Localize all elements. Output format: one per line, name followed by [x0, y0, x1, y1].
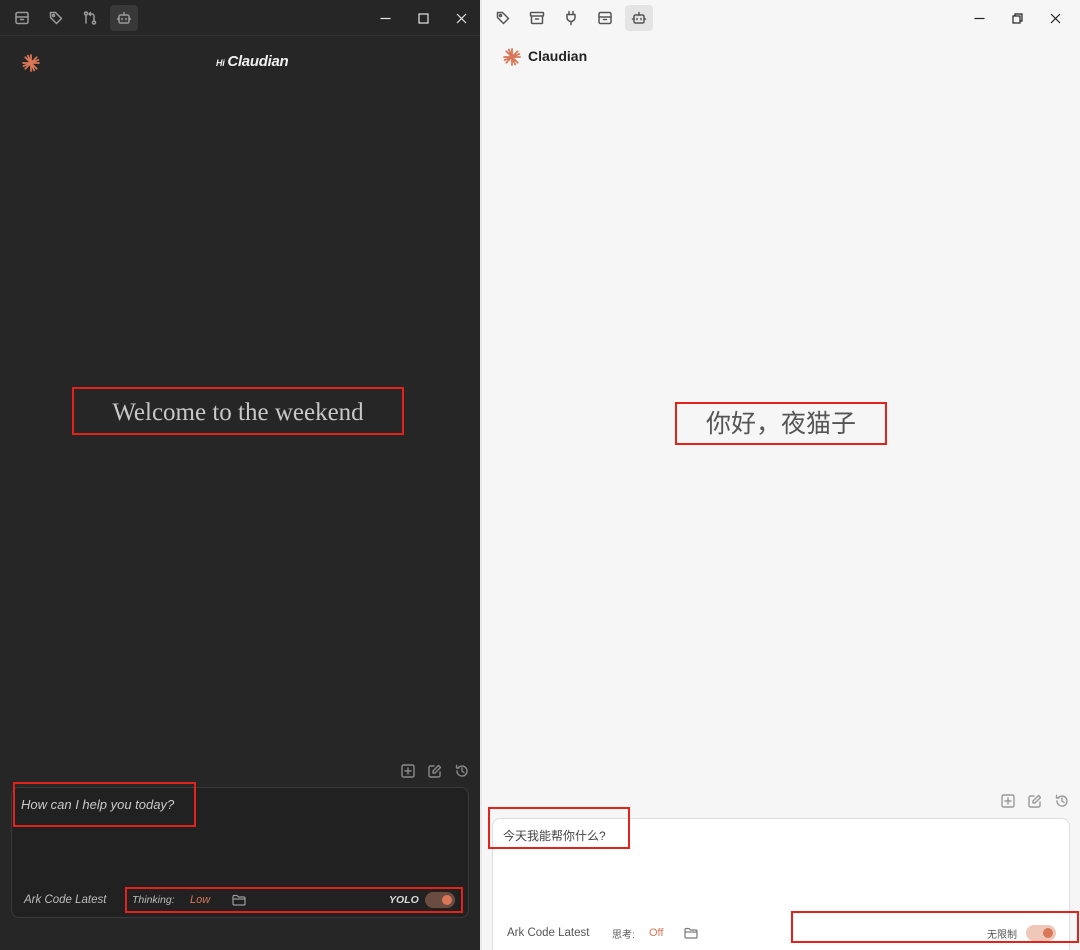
edit-button[interactable] — [425, 761, 444, 780]
history-button[interactable] — [1052, 791, 1071, 810]
dark-chat-header: Hi Claudian — [0, 40, 480, 86]
new-chat-button[interactable] — [398, 761, 417, 780]
light-chat-header: Claudian — [482, 40, 1080, 86]
light-window-controls — [960, 0, 1074, 36]
history-button[interactable] — [452, 761, 471, 780]
input-footer: Ark Code Latest 思考: Off 无限制 — [493, 922, 1069, 944]
maximize-icon — [417, 12, 429, 24]
edit-button[interactable] — [1025, 791, 1044, 810]
close-icon — [1050, 13, 1060, 23]
dark-view-tabs — [8, 5, 138, 31]
dark-titlebar — [0, 0, 480, 36]
history-icon — [455, 764, 468, 777]
thinking-level-selector[interactable]: Off — [649, 927, 663, 939]
brand-name: Claudian — [227, 53, 289, 70]
plus-square-icon — [1000, 793, 1015, 808]
folder-icon[interactable] — [684, 926, 698, 940]
history-icon — [1055, 794, 1068, 807]
close-icon — [456, 13, 466, 23]
light-theme-window: Claudian 你好，夜猫子 今天我能帮你什么? Ark Code Lates… — [482, 0, 1080, 950]
thinking-level-selector[interactable]: Low — [190, 894, 210, 906]
minimize-icon — [974, 17, 984, 19]
dark-theme-window: Hi Claudian Welcome to the weekend How ca… — [0, 0, 480, 950]
yolo-mode-toggle[interactable] — [425, 892, 455, 908]
toggle-knob — [1043, 928, 1053, 938]
light-chat-actions — [998, 791, 1071, 810]
tag-icon[interactable] — [489, 5, 517, 31]
model-selector[interactable]: Ark Code Latest — [507, 927, 589, 939]
input-footer: Ark Code Latest Thinking: Low YOLO — [12, 889, 468, 911]
close-button[interactable] — [1036, 0, 1074, 36]
unrestricted-mode-toggle[interactable] — [1026, 925, 1056, 941]
light-titlebar — [482, 0, 1080, 36]
yolo-mode-label: YOLO — [389, 894, 419, 906]
welcome-message: Welcome to the weekend — [112, 399, 364, 426]
thinking-label: Thinking: — [132, 894, 175, 906]
brand-title: Hi Claudian — [216, 53, 289, 70]
minimize-icon — [380, 17, 390, 19]
archive-icon[interactable] — [8, 5, 36, 31]
restore-button[interactable] — [998, 0, 1036, 36]
git-compare-icon[interactable] — [76, 5, 104, 31]
bot-icon[interactable] — [625, 5, 653, 31]
model-selector[interactable]: Ark Code Latest — [24, 894, 106, 906]
restore-icon — [1011, 12, 1023, 24]
dark-chat-actions — [398, 761, 471, 780]
maximize-button[interactable] — [404, 0, 442, 36]
folder-icon[interactable] — [232, 893, 246, 907]
brand-title: Claudian — [528, 48, 588, 64]
claude-logo-icon — [21, 53, 41, 73]
light-view-tabs — [489, 5, 653, 31]
plus-square-icon — [400, 763, 415, 778]
tag-icon[interactable] — [42, 5, 70, 31]
welcome-message: 你好，夜猫子 — [705, 409, 856, 438]
close-button[interactable] — [442, 0, 480, 36]
unrestricted-mode-label: 无限制 — [987, 929, 1017, 941]
brand-prefix: Hi — [216, 58, 225, 68]
edit-icon — [1027, 794, 1041, 808]
claude-logo-icon — [502, 47, 522, 67]
chat-input-placeholder[interactable]: 今天我能帮你什么? — [503, 827, 606, 844]
archive-icon[interactable] — [523, 5, 551, 31]
bot-icon[interactable] — [110, 5, 138, 31]
edit-icon — [427, 764, 441, 778]
toggle-knob — [442, 895, 452, 905]
dark-window-controls — [366, 0, 480, 36]
chat-input-box[interactable]: How can I help you today? Ark Code Lates… — [11, 787, 469, 918]
plug-icon[interactable] — [557, 5, 585, 31]
inbox-icon[interactable] — [591, 5, 619, 31]
chat-input-box[interactable]: 今天我能帮你什么? Ark Code Latest 思考: Off 无限制 — [492, 818, 1070, 950]
new-chat-button[interactable] — [998, 791, 1017, 810]
minimize-button[interactable] — [960, 0, 998, 36]
thinking-label: 思考: — [612, 929, 635, 941]
chat-input-placeholder[interactable]: How can I help you today? — [21, 797, 174, 812]
minimize-button[interactable] — [366, 0, 404, 36]
